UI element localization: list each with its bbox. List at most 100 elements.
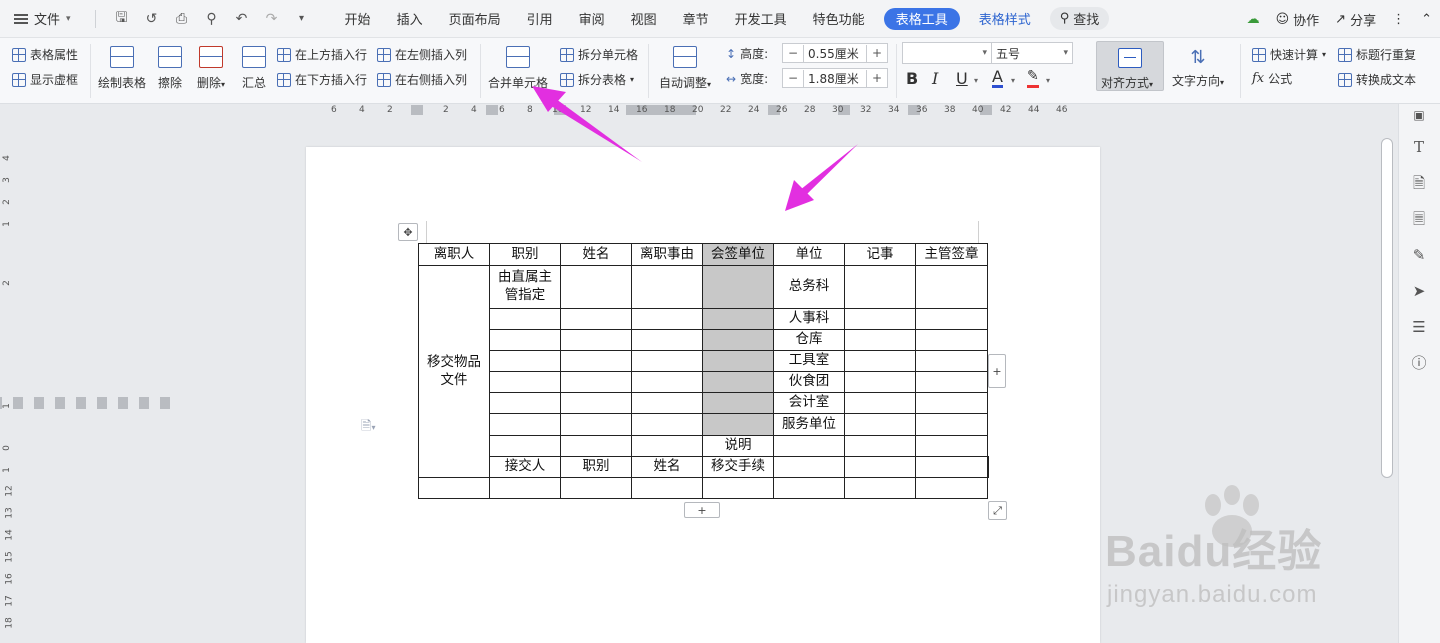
header-cell[interactable]: 主管签章 (915, 243, 988, 266)
table-cell[interactable] (489, 392, 561, 414)
table-cell[interactable] (702, 350, 774, 372)
split-cells-button[interactable]: 拆分单元格 (560, 46, 638, 63)
table-cell[interactable] (631, 308, 703, 330)
table-cell[interactable] (844, 413, 916, 436)
search-box[interactable]: ⚲ 查找 (1049, 7, 1110, 30)
quick-calc-button[interactable]: 快速计算 ▾ (1252, 46, 1326, 63)
unit-cell[interactable]: 工具室 (773, 350, 845, 372)
unit-cell[interactable]: 人事科 (773, 308, 845, 330)
table-move-handle[interactable]: ✥ (398, 223, 418, 241)
table-cell[interactable] (560, 265, 632, 309)
table-cell[interactable] (915, 265, 988, 309)
table-cell[interactable] (915, 371, 988, 393)
table-cell[interactable]: 由直属主管指定 (489, 265, 561, 309)
insert-right-button[interactable]: 在右侧插入列 (377, 71, 467, 88)
table-cell[interactable] (844, 456, 916, 478)
tab-section[interactable]: 章节 (670, 0, 722, 38)
header-cell[interactable]: 职别 (489, 243, 561, 266)
table-cell[interactable] (631, 413, 703, 436)
header-cell[interactable]: 离职事由 (631, 243, 703, 266)
show-gridlines-button[interactable]: 显示虚框 (12, 71, 78, 88)
width-value[interactable]: 1.88厘米 (803, 69, 867, 87)
table-cell[interactable] (844, 265, 916, 309)
tab-insert[interactable]: 插入 (384, 0, 436, 38)
increase-width-button[interactable]: + (867, 71, 887, 85)
footer-cell[interactable]: 职别 (560, 456, 632, 478)
repeat-header-button[interactable]: 标题行重复 (1338, 46, 1416, 63)
bold-icon[interactable]: B (906, 69, 918, 88)
split-table-button[interactable]: 拆分表格 ▾ (560, 71, 634, 88)
table-cell[interactable] (489, 435, 561, 457)
document-icon[interactable]: 🗎 (1410, 174, 1428, 192)
table-cell[interactable] (631, 265, 703, 309)
cursor-icon[interactable]: ➤ (1410, 282, 1428, 300)
delete-button[interactable]: 删除▾ (197, 46, 225, 91)
table-cell[interactable] (844, 477, 916, 499)
header-cell[interactable]: 单位 (773, 243, 845, 266)
paragraph-icon[interactable]: 🗎▾ (361, 417, 375, 439)
italic-icon[interactable]: I (932, 69, 938, 88)
table-cell[interactable] (489, 477, 561, 499)
vertical-scrollbar[interactable] (1381, 138, 1393, 478)
save-icon[interactable]: 🖫 (114, 10, 130, 27)
text-style-icon[interactable]: T (1410, 138, 1428, 156)
table-cell[interactable] (560, 413, 632, 436)
height-stepper[interactable]: − 0.55厘米 + (782, 43, 888, 63)
table-cell[interactable] (631, 392, 703, 414)
footer-cell[interactable]: 接交人 (489, 456, 561, 478)
table-cell[interactable] (560, 308, 632, 330)
collapse-ribbon-icon[interactable]: ⌃ (1421, 12, 1432, 27)
width-stepper[interactable]: − 1.88厘米 + (782, 68, 888, 88)
table-cell[interactable] (560, 392, 632, 414)
print-icon[interactable]: ⎙ (174, 11, 190, 27)
table-cell[interactable] (489, 350, 561, 372)
table-cell[interactable] (773, 477, 845, 499)
decrease-width-button[interactable]: − (783, 71, 803, 85)
table-cell[interactable] (702, 308, 774, 330)
decrease-height-button[interactable]: − (783, 46, 803, 60)
add-column-button[interactable]: + (988, 354, 1006, 388)
table-cell[interactable] (844, 435, 916, 457)
table-cell[interactable] (773, 435, 845, 457)
file-menu[interactable]: 文件 ▾ (14, 9, 81, 28)
header-cell[interactable]: 会签单位 (702, 243, 774, 266)
table-cell[interactable] (489, 371, 561, 393)
add-row-button[interactable]: + (684, 502, 720, 518)
insert-above-button[interactable]: 在上方插入行 (277, 46, 367, 63)
table-cell[interactable] (631, 435, 703, 457)
table-cell[interactable] (915, 456, 988, 478)
tab-developer[interactable]: 开发工具 (722, 0, 800, 38)
tab-table-style[interactable]: 表格样式 (966, 0, 1044, 38)
table-cell[interactable] (915, 308, 988, 330)
table-cell[interactable] (915, 329, 988, 351)
height-value[interactable]: 0.55厘米 (803, 44, 867, 62)
table-cell[interactable] (844, 392, 916, 414)
vertical-ruler[interactable]: 4 3 2 1 2 1 0 1 12 13 14 15 16 17 18 (0, 118, 175, 643)
table-cell[interactable] (560, 477, 632, 499)
table-cell[interactable] (631, 477, 703, 499)
table-cell[interactable] (560, 350, 632, 372)
table-cell[interactable] (844, 308, 916, 330)
table-cell[interactable] (702, 392, 774, 414)
collab-button[interactable]: ☺ 协作 (1276, 10, 1320, 29)
preview-icon[interactable]: ⚲ (204, 11, 220, 27)
table-cell[interactable] (489, 308, 561, 330)
chevron-down-icon[interactable]: ▾ (974, 76, 978, 85)
table-cell[interactable] (915, 477, 988, 499)
table-cell[interactable] (915, 435, 988, 457)
panel-toggle-icon[interactable]: ▣ (1410, 106, 1428, 124)
chevron-down-icon[interactable]: ▾ (1011, 76, 1015, 85)
table-cell[interactable] (631, 371, 703, 393)
undo-icon[interactable]: ↶ (234, 11, 250, 27)
output-icon[interactable]: ↺ (144, 11, 160, 27)
table-cell[interactable] (987, 456, 989, 478)
footer-cell[interactable]: 移交手续 (702, 456, 774, 478)
table-cell[interactable] (702, 265, 774, 309)
font-size-select[interactable]: 五号 ▾ (991, 42, 1073, 64)
help-icon[interactable]: ⓘ (1410, 354, 1428, 372)
chevron-down-icon[interactable]: ▾ (1046, 76, 1050, 85)
tab-table-tools[interactable]: 表格工具 (883, 7, 960, 30)
tab-page-layout[interactable]: 页面布局 (436, 0, 514, 38)
table-cell[interactable] (560, 435, 632, 457)
table-properties-button[interactable]: 表格属性 (12, 46, 78, 63)
